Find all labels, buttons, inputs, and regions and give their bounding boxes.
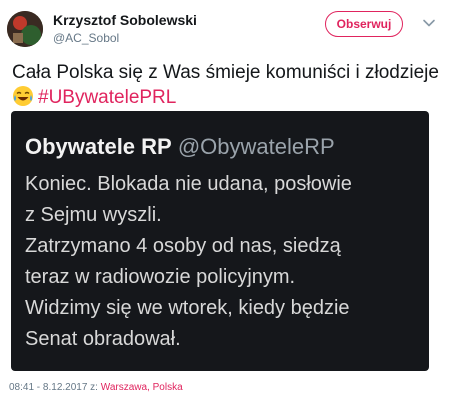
avatar-image [7,11,43,47]
tweet-body: Cała Polska się z Was śmieje komuniści i… [12,62,439,83]
embedded-line: z Sejmu wyszli. [25,204,162,226]
follow-button[interactable]: Obserwuj [325,11,403,37]
embedded-line: Zatrzymano 4 osoby od nas, siedzą [25,235,341,257]
location-link[interactable]: Warszawa, Polska [101,382,183,393]
embedded-tweet-image[interactable]: Obywatele RP @ObywateleRP Koniec. Blokad… [11,111,429,371]
embedded-display-name: Obywatele RP [25,134,172,159]
timestamp[interactable]: 08:41 - 8.12.2017 z: [9,382,98,393]
face-with-tears-of-joy-icon [13,86,33,106]
embedded-line: teraz w radiowozie policyjnym. [25,266,296,288]
location-city: Warszawa, [100,382,150,393]
embedded-text: Koniec. Blokada nie udana, posłowie z Se… [25,169,420,355]
author-handle[interactable]: @AC_Sobol [53,31,119,45]
embedded-line: Senat obradował. [25,328,181,350]
avatar[interactable] [7,11,43,47]
chevron-down-icon[interactable] [422,16,436,30]
hashtag-link[interactable]: #UBywatelePRL [38,87,176,108]
location-country: Polska [152,382,183,393]
embedded-header: Obywatele RP @ObywateleRP [25,134,335,160]
tweet-meta: 08:41 - 8.12.2017 z: Warszawa, Polska [9,382,183,393]
embedded-line: Widzimy się we wtorek, kiedy będzie [25,297,350,319]
tweet-text: Cała Polska się z Was śmieje komuniści i… [12,60,442,110]
embedded-line: Koniec. Blokada nie udana, posłowie [25,173,352,195]
embedded-handle: @ObywateleRP [177,134,335,159]
author-name[interactable]: Krzysztof Sobolewski [53,12,197,28]
